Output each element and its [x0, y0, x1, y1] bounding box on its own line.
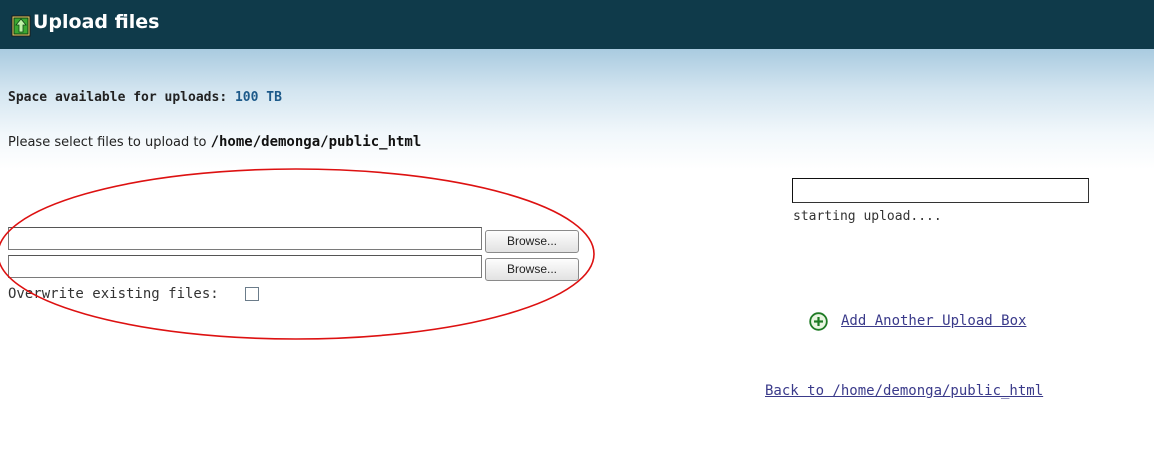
- upload-file-icon: [11, 15, 31, 37]
- upload-target-line: Please select files to upload to /home/d…: [8, 134, 421, 150]
- space-available: Space available for uploads: 100 TB: [8, 90, 282, 105]
- upload-progress-bar: [792, 178, 1089, 203]
- space-available-value: 100 TB: [234, 90, 282, 105]
- browse-button-2[interactable]: Browse...: [485, 258, 579, 281]
- browse-button-1[interactable]: Browse...: [485, 230, 579, 253]
- overwrite-checkbox[interactable]: [245, 287, 259, 301]
- back-link[interactable]: Back to /home/demonga/public_html: [765, 383, 1043, 399]
- page-title: Upload files: [33, 11, 160, 33]
- upload-status: starting upload....: [793, 209, 942, 224]
- page-header: Upload files: [0, 0, 1154, 49]
- upload-target-path: /home/demonga/public_html: [210, 134, 422, 150]
- file-input-1[interactable]: [8, 227, 482, 250]
- upload-target-text: Please select files to upload to: [8, 135, 207, 150]
- plus-circle-icon[interactable]: [809, 312, 828, 331]
- file-input-2[interactable]: [8, 255, 482, 278]
- header-gradient-band: [0, 49, 1154, 169]
- add-upload-box-link[interactable]: Add Another Upload Box: [841, 313, 1026, 329]
- overwrite-label: Overwrite existing files:: [8, 286, 219, 302]
- space-available-label: Space available for uploads:: [8, 90, 228, 105]
